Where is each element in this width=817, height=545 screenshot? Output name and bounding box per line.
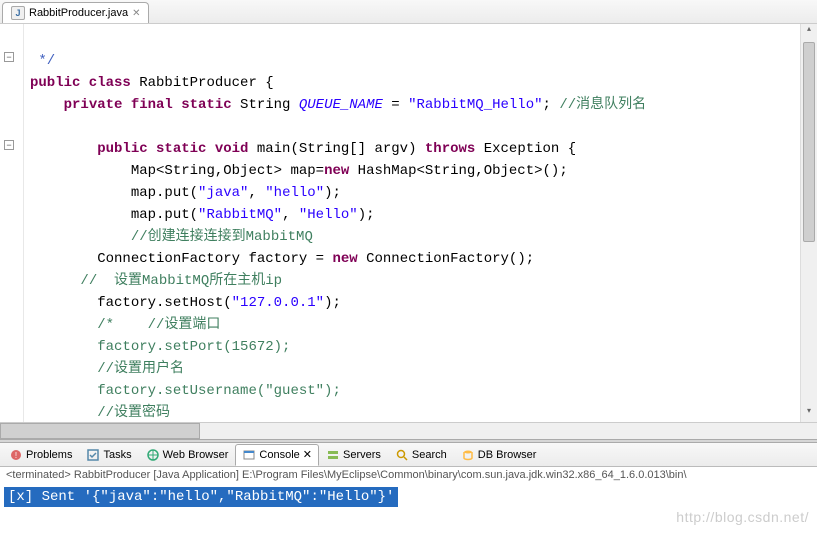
editor-tab-rabbitproducer[interactable]: J RabbitProducer.java ✕ (2, 2, 149, 23)
close-icon[interactable]: ✕ (303, 448, 312, 461)
tab-console[interactable]: Console ✕ (235, 444, 319, 466)
console-output[interactable]: [x] Sent '{"java":"hello","RabbitMQ":"He… (0, 483, 817, 545)
code-content: */ public class RabbitProducer { private… (0, 24, 817, 422)
scrollbar-thumb[interactable] (0, 423, 200, 439)
globe-icon (146, 448, 160, 462)
database-icon (461, 448, 475, 462)
bottom-tab-bar: ! Problems Tasks Web Browser Console ✕ S… (0, 443, 817, 467)
tab-db-browser[interactable]: DB Browser (454, 444, 544, 466)
fold-marker-icon[interactable]: − (4, 52, 14, 62)
console-view: <terminated> RabbitProducer [Java Applic… (0, 467, 817, 545)
tab-web-browser[interactable]: Web Browser (139, 444, 236, 466)
scrollbar-thumb[interactable] (803, 42, 815, 242)
console-icon (242, 448, 256, 462)
close-icon[interactable]: ✕ (132, 8, 140, 19)
vertical-scrollbar[interactable]: ▴ ▾ (800, 24, 817, 422)
horizontal-scrollbar[interactable] (0, 422, 817, 439)
scroll-up-icon[interactable]: ▴ (801, 24, 817, 40)
editor-tab-bar: J RabbitProducer.java ✕ (0, 0, 817, 24)
tasks-icon (86, 448, 100, 462)
svg-text:!: ! (15, 451, 17, 460)
java-file-icon: J (11, 6, 25, 20)
tab-problems[interactable]: ! Problems (2, 444, 79, 466)
console-header: <terminated> RabbitProducer [Java Applic… (0, 467, 817, 483)
problems-icon: ! (9, 448, 23, 462)
servers-icon (326, 448, 340, 462)
tab-tasks[interactable]: Tasks (79, 444, 138, 466)
console-line: [x] Sent '{"java":"hello","RabbitMQ":"He… (4, 487, 398, 507)
fold-marker-icon[interactable]: − (4, 140, 14, 150)
tab-servers[interactable]: Servers (319, 444, 388, 466)
scroll-down-icon[interactable]: ▾ (801, 406, 817, 422)
editor-tab-label: RabbitProducer.java (29, 7, 128, 19)
code-editor[interactable]: − − */ public class RabbitProducer { pri… (0, 24, 817, 422)
search-icon (395, 448, 409, 462)
editor-gutter: − − (0, 24, 24, 422)
watermark-text: http://blog.csdn.net/ (676, 509, 809, 525)
tab-search[interactable]: Search (388, 444, 454, 466)
